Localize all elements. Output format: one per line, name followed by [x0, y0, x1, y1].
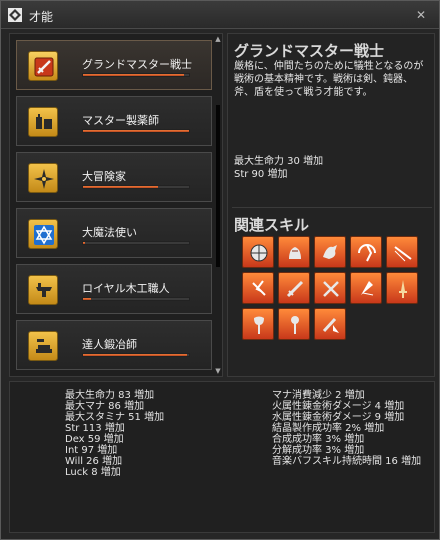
bonus-stat: 音楽バフスキル持続時間 16 増加 — [272, 456, 422, 467]
window-title: 才能 — [29, 10, 54, 24]
bonus-stat: 水属性錬金術ダメージ 9 増加 — [272, 412, 405, 423]
bonus-stat: マナ消費減少 2 増加 — [272, 390, 365, 401]
talent-label: ロイヤル木工職人 — [82, 282, 170, 295]
bonus-stat: Luck 8 増加 — [65, 467, 121, 478]
bonus-stat: Dex 59 増加 — [65, 434, 124, 445]
talent-label: グランドマスター戦士 — [82, 58, 192, 71]
related-skills-title: 関連スキル — [234, 216, 310, 234]
shield-skill-icon[interactable] — [242, 236, 274, 268]
bonus-stat: 分解成功率 3% 増加 — [272, 445, 365, 456]
smash-skill-icon[interactable] — [350, 272, 382, 304]
divider — [232, 207, 432, 208]
title-bar[interactable]: 才能 ✕ — [1, 1, 439, 29]
anvil-icon — [28, 275, 58, 305]
talent-detail-panel: グランドマスター戦士 厳格に、仲間たちのために犠牲となるのが戦術の基本精神です。… — [227, 33, 435, 377]
talent-item-expert-blacksmith[interactable]: 達人鍛冶師 — [16, 320, 212, 370]
talent-item-archmage[interactable]: 大魔法使い — [16, 208, 212, 258]
crossed-sword-icon — [28, 51, 58, 81]
talent-item-grandmaster-warrior[interactable]: グランドマスター戦士 — [16, 40, 212, 90]
crossed-swords-skill-icon[interactable] — [314, 272, 346, 304]
talent-progress-fill — [83, 298, 91, 300]
sword-skill-icon[interactable] — [278, 272, 310, 304]
detail-stat: Str 90 増加 — [234, 169, 288, 180]
talent-label: マスター製薬師 — [82, 114, 159, 127]
talent-progress-fill — [83, 130, 189, 132]
axe-skill-icon[interactable] — [242, 308, 274, 340]
counter-skill-icon[interactable] — [314, 308, 346, 340]
scroll-thumb[interactable] — [216, 105, 220, 267]
alchemy-icon — [28, 107, 58, 137]
talent-list: グランドマスター戦士 マスター製薬師 大冒険家 大魔法使い ロイヤル木工職人 達… — [9, 33, 223, 377]
talent-progress-bar — [82, 241, 190, 245]
talent-detail-title: グランドマスター戦士 — [234, 42, 385, 60]
talent-description: 厳格に、仲間たちのために犠牲となるのが戦術の基本精神です。戦術は剣、鈍器、斧、盾… — [234, 61, 424, 98]
dagger-skill-icon[interactable] — [386, 272, 418, 304]
charge-skill-icon[interactable] — [314, 236, 346, 268]
talent-label: 大冒険家 — [82, 170, 126, 183]
talent-item-royal-carpenter[interactable]: ロイヤル木工職人 — [16, 264, 212, 314]
bonus-stat: 最大マナ 86 増加 — [65, 401, 145, 412]
window-icon — [7, 7, 23, 23]
thrust-skill-icon[interactable] — [386, 236, 418, 268]
bonus-stat: 結晶製作成功率 2% 増加 — [272, 423, 385, 434]
blacksmith-icon — [28, 331, 58, 361]
bonus-stat: 火属性錬金術ダメージ 4 増加 — [272, 401, 405, 412]
talent-progress-bar — [82, 73, 190, 77]
talent-window: 才能 ✕ グランドマスター戦士 マスター製薬師 大冒険家 大魔法使い ロイヤル木… — [0, 0, 440, 540]
talent-progress-bar — [82, 297, 190, 301]
mace-skill-icon[interactable] — [278, 308, 310, 340]
star-of-david-icon — [28, 219, 58, 249]
talent-label: 達人鍛冶師 — [82, 338, 137, 351]
bonus-stat: 最大生命力 83 増加 — [65, 390, 155, 401]
bonus-stat: Int 97 増加 — [65, 445, 118, 456]
windmill-skill-icon[interactable] — [350, 236, 382, 268]
talent-progress-fill — [83, 354, 187, 356]
compass-icon — [28, 163, 58, 193]
talent-progress-bar — [82, 185, 190, 189]
bonus-stat: 合成成功率 3% 増加 — [272, 434, 365, 445]
talent-progress-bar — [82, 353, 190, 357]
talent-item-great-adventurer[interactable]: 大冒険家 — [16, 152, 212, 202]
talent-progress-fill — [83, 242, 85, 244]
scroll-up-arrow-icon[interactable]: ▲ — [214, 35, 222, 43]
talent-list-scrollbar[interactable]: ▲ ▼ — [213, 33, 223, 377]
talent-item-master-pharmacist[interactable]: マスター製薬師 — [16, 96, 212, 146]
talent-label: 大魔法使い — [82, 226, 137, 239]
defense-skill-icon[interactable] — [242, 272, 274, 304]
bonus-stat: 最大スタミナ 51 増加 — [65, 412, 165, 423]
bonus-stat: Will 26 増加 — [65, 456, 123, 467]
rage-skill-icon[interactable] — [278, 236, 310, 268]
talent-progress-bar — [82, 129, 190, 133]
total-bonus-panel: 最大生命力 83 増加 最大マナ 86 増加 最大スタミナ 51 増加 Str … — [9, 381, 435, 533]
scroll-down-arrow-icon[interactable]: ▼ — [214, 367, 222, 375]
bonus-stat: Str 113 増加 — [65, 423, 125, 434]
close-button[interactable]: ✕ — [413, 7, 429, 23]
talent-progress-fill — [83, 74, 184, 76]
talent-progress-fill — [83, 186, 158, 188]
